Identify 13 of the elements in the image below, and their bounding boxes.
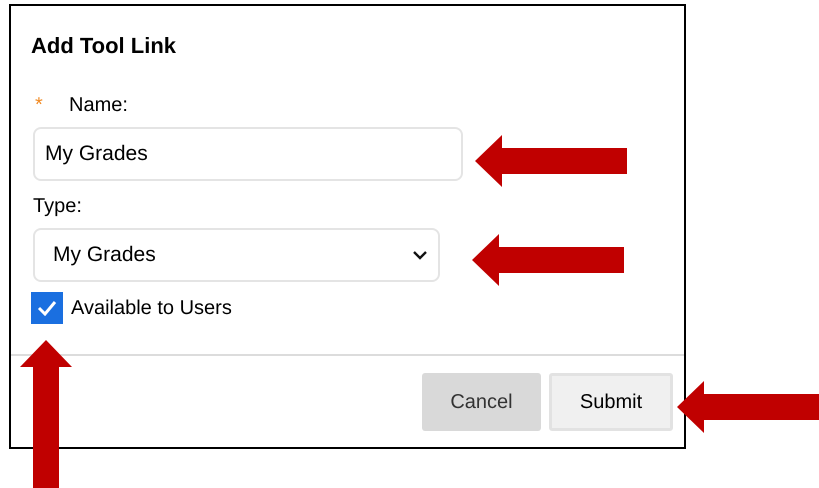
- cancel-button[interactable]: Cancel: [422, 373, 541, 431]
- dialog-title: Add Tool Link: [31, 32, 178, 60]
- checkbox-label: Available to Users: [71, 296, 232, 321]
- field-label: Name:: [69, 93, 128, 118]
- required-mark: *: [34, 93, 44, 118]
- chevron-down-icon: [412, 250, 428, 260]
- select-value: My Grades: [53, 242, 156, 268]
- checkbox[interactable]: [31, 292, 63, 324]
- submit-button[interactable]: Submit: [549, 373, 673, 431]
- name-input-field[interactable]: My Grades: [33, 127, 463, 181]
- field-label: Type:: [33, 194, 83, 219]
- checkmark-icon: [37, 300, 57, 316]
- type-select[interactable]: My Grades: [33, 228, 440, 282]
